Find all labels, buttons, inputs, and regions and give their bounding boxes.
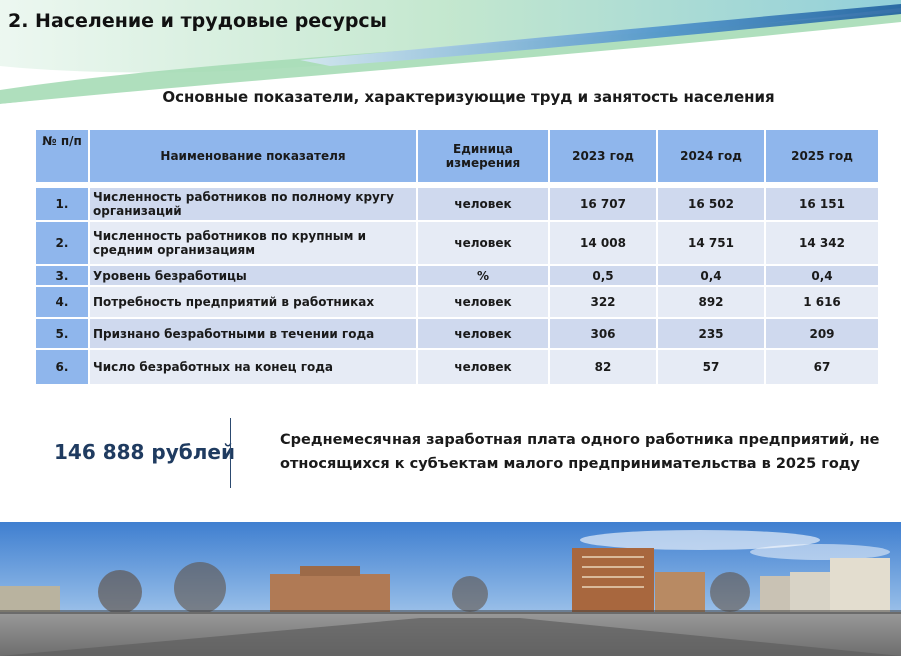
table-row: 5. Признано безработными в течении года … <box>36 319 878 348</box>
header-name: Наименование показателя <box>90 130 416 182</box>
row-unit: человек <box>418 188 548 220</box>
header-2024: 2024 год <box>658 130 764 182</box>
row-name: Численность работников по крупным и сред… <box>90 222 416 264</box>
row-2025: 1 616 <box>766 287 878 317</box>
row-num: 2. <box>36 222 88 264</box>
row-2023: 322 <box>550 287 656 317</box>
row-2023: 82 <box>550 350 656 384</box>
row-num: 3. <box>36 266 88 285</box>
row-num: 6. <box>36 350 88 384</box>
row-2024: 57 <box>658 350 764 384</box>
row-unit: человек <box>418 287 548 317</box>
row-unit: человек <box>418 222 548 264</box>
row-2023: 0,5 <box>550 266 656 285</box>
vertical-divider <box>230 418 231 488</box>
header-2023: 2023 год <box>550 130 656 182</box>
row-2025: 14 342 <box>766 222 878 264</box>
table-row: 1. Численность работников по полному кру… <box>36 188 878 220</box>
row-2025: 0,4 <box>766 266 878 285</box>
table-row: 6. Число безработных на конец года челов… <box>36 350 878 384</box>
table-caption: Основные показатели, характеризующие тру… <box>162 88 775 106</box>
row-2024: 16 502 <box>658 188 764 220</box>
row-unit: человек <box>418 319 548 348</box>
salary-description-line2: относящихся к субъектам малого предприни… <box>280 456 860 472</box>
row-2024: 892 <box>658 287 764 317</box>
row-2023: 306 <box>550 319 656 348</box>
header-2025: 2025 год <box>766 130 878 182</box>
row-2024: 14 751 <box>658 222 764 264</box>
row-name: Число безработных на конец года <box>90 350 416 384</box>
row-name: Потребность предприятий в работниках <box>90 287 416 317</box>
row-2023: 16 707 <box>550 188 656 220</box>
table-header-row: № п/п Наименование показателя Единица из… <box>36 130 878 182</box>
row-2025: 209 <box>766 319 878 348</box>
table-row: 4. Потребность предприятий в работниках … <box>36 287 878 317</box>
row-name: Признано безработными в течении года <box>90 319 416 348</box>
salary-value: 146 888 рублей <box>54 440 235 464</box>
row-num: 4. <box>36 287 88 317</box>
salary-description-line1: Среднемесячная заработная плата одного р… <box>280 432 880 448</box>
table-row: 3. Уровень безработицы % 0,5 0,4 0,4 <box>36 266 878 285</box>
header-num: № п/п <box>36 130 88 182</box>
row-2024: 0,4 <box>658 266 764 285</box>
indicators-table-container: № п/п Наименование показателя Единица из… <box>34 128 878 385</box>
row-num: 1. <box>36 188 88 220</box>
row-num: 5. <box>36 319 88 348</box>
row-2024: 235 <box>658 319 764 348</box>
city-panorama-image <box>0 522 901 656</box>
row-2023: 14 008 <box>550 222 656 264</box>
row-2025: 67 <box>766 350 878 384</box>
row-2025: 16 151 <box>766 188 878 220</box>
row-name: Уровень безработицы <box>90 266 416 285</box>
header-unit: Единица измерения <box>418 130 548 182</box>
slide-title: 2. Население и трудовые ресурсы <box>8 10 387 32</box>
salary-description: Среднемесячная заработная плата одного р… <box>280 428 880 476</box>
indicators-table: № п/п Наименование показателя Единица из… <box>34 128 880 386</box>
table-row: 2. Численность работников по крупным и с… <box>36 222 878 264</box>
row-unit: % <box>418 266 548 285</box>
row-unit: человек <box>418 350 548 384</box>
row-name: Численность работников по полному кругу … <box>90 188 416 220</box>
